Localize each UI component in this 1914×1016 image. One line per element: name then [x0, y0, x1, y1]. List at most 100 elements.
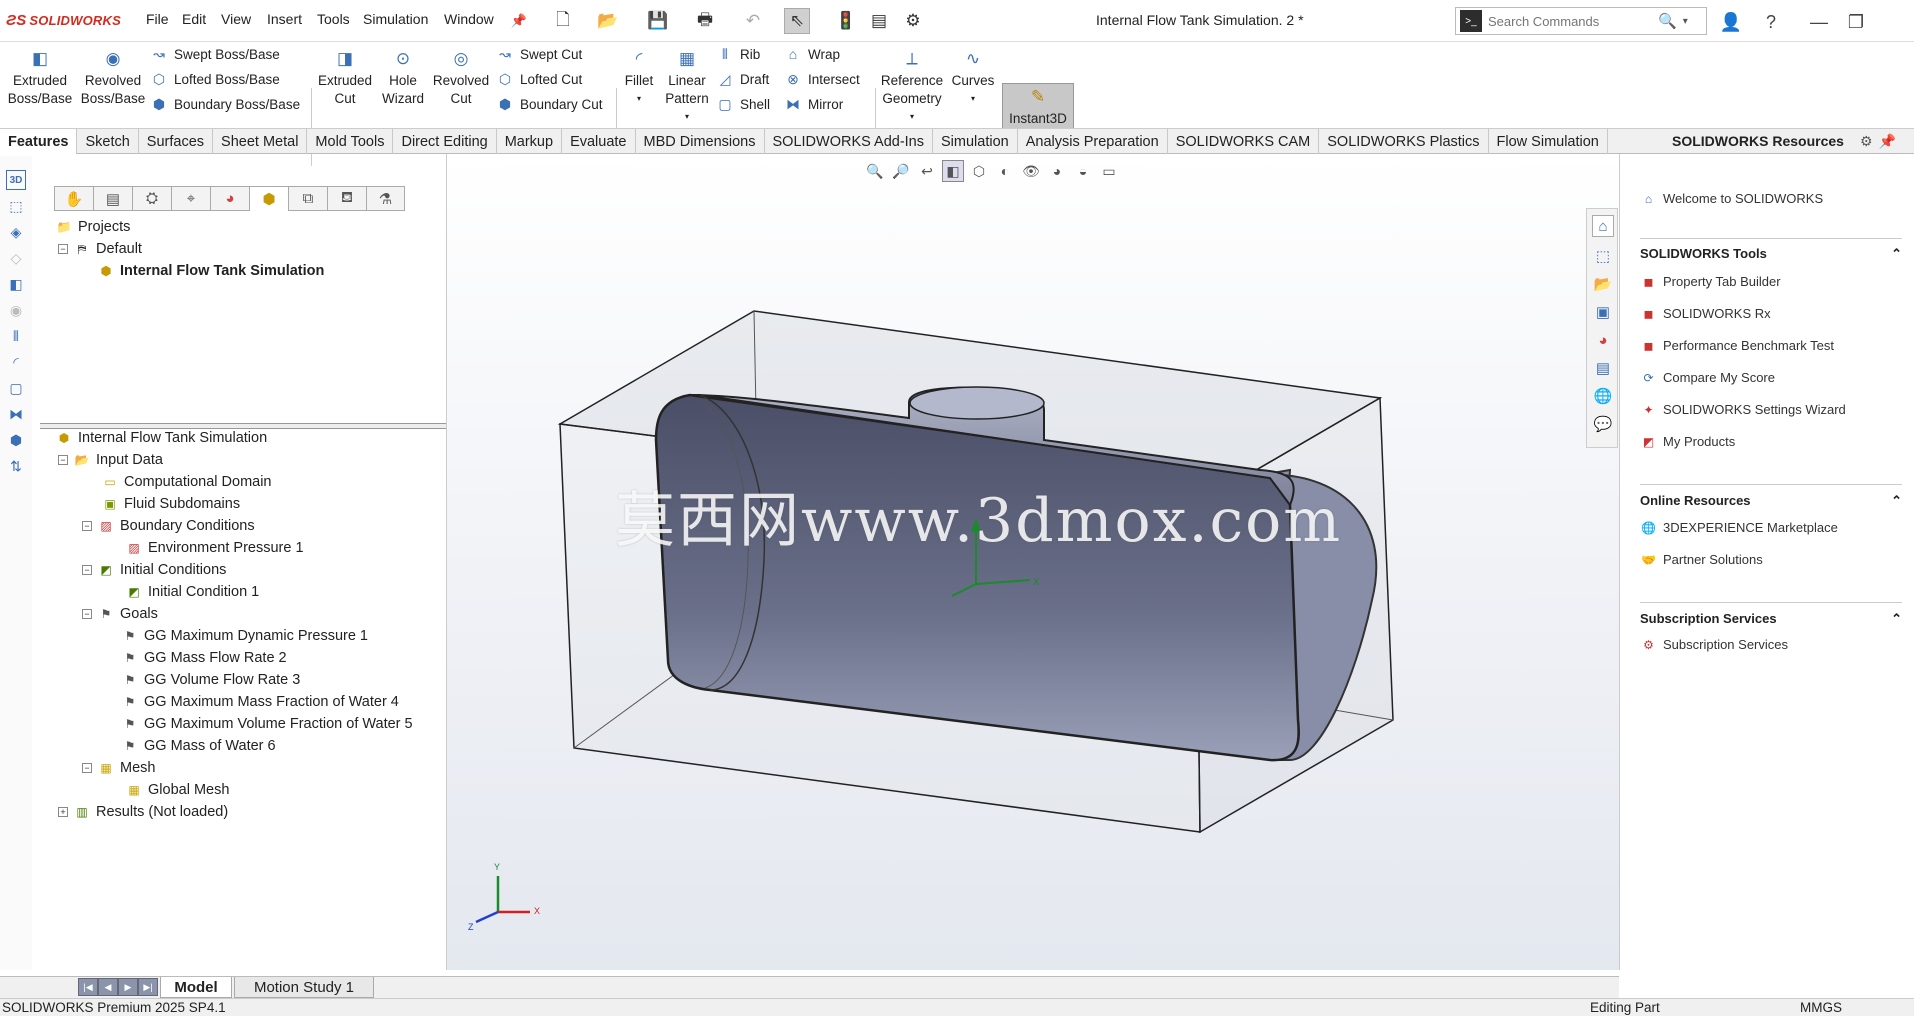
display-manager-tab-icon[interactable]: ◕: [210, 186, 249, 211]
tree-node-results[interactable]: + ▥ Results (Not loaded): [58, 802, 228, 822]
subscription-link[interactable]: ⚙ Subscription Services: [1640, 636, 1788, 653]
shell-icon[interactable]: ▢: [6, 378, 26, 398]
search-icon[interactable]: 🔍: [1658, 12, 1677, 30]
curves-button[interactable]: ∿ Curves ▾: [948, 46, 998, 108]
chevron-down-icon[interactable]: ▾: [1683, 16, 1688, 27]
online-link[interactable]: 🌐 3DEXPERIENCE Marketplace: [1640, 519, 1838, 536]
configuration-manager-tab-icon[interactable]: ⛭: [132, 186, 171, 211]
pin-icon[interactable]: 📌: [1879, 133, 1896, 150]
appearances-icon[interactable]: ◕: [1592, 329, 1614, 351]
tab-sketch[interactable]: Sketch: [77, 129, 139, 154]
tool-link[interactable]: ⟳ Compare My Score: [1640, 369, 1775, 386]
new-document-icon[interactable]: 🗋: [550, 8, 576, 34]
collapse-icon[interactable]: −: [82, 521, 92, 531]
curves-dropdown-icon[interactable]: ▾: [971, 90, 975, 108]
tab-solidworks-plastics[interactable]: SOLIDWORKS Plastics: [1319, 129, 1489, 154]
part-icon[interactable]: ◈: [6, 222, 26, 242]
print-icon[interactable]: 🖶: [692, 8, 718, 34]
menu-insert[interactable]: Insert: [267, 11, 302, 27]
3d-view-icon[interactable]: 3D: [6, 170, 26, 190]
menu-file[interactable]: File: [146, 11, 169, 27]
draft-button[interactable]: ◿ Draft: [716, 67, 770, 91]
custom-properties-icon[interactable]: ▤: [1592, 357, 1614, 379]
plastics-tab-icon[interactable]: ⚗: [366, 186, 405, 211]
tree-node-initial-conditions[interactable]: − ◩ Initial Conditions: [82, 560, 226, 580]
flow-simulation-tab-icon[interactable]: ⬢: [249, 186, 288, 211]
tree-node-goals[interactable]: − ⚑ Goals: [82, 604, 158, 624]
tree-node-root[interactable]: ⬢ Internal Flow Tank Simulation: [56, 428, 267, 448]
tree-node-global-mesh[interactable]: ▦ Global Mesh: [126, 780, 229, 800]
tree-node-goal[interactable]: ⚑ GG Maximum Dynamic Pressure 1: [122, 626, 368, 646]
search-commands[interactable]: >_ 🔍 ▾: [1455, 7, 1707, 35]
tool-link[interactable]: ◼ SOLIDWORKS Rx: [1640, 305, 1771, 322]
forum-icon[interactable]: 💬: [1592, 413, 1614, 435]
cam-tab-icon[interactable]: ⧉: [288, 186, 327, 211]
boundary-cut-button[interactable]: ⬢ Boundary Cut: [496, 92, 603, 116]
menu-edit[interactable]: Edit: [182, 11, 206, 27]
tab-motion-study[interactable]: Motion Study 1: [234, 977, 374, 998]
sketch-icon[interactable]: ◇: [6, 248, 26, 268]
tree-node-default[interactable]: − ⛿ Default: [58, 239, 142, 259]
collapse-icon[interactable]: −: [82, 565, 92, 575]
tool-link[interactable]: ✦ SOLIDWORKS Settings Wizard: [1640, 401, 1845, 418]
menu-view[interactable]: View: [221, 11, 251, 27]
restore-icon[interactable]: ❐: [1843, 9, 1869, 35]
user-account-icon[interactable]: 👤: [1718, 9, 1744, 35]
prev-tab-icon[interactable]: ◀: [98, 978, 118, 996]
file-properties-icon[interactable]: ▤: [866, 8, 892, 34]
dimxpert-tab-icon[interactable]: ⌖: [171, 186, 210, 211]
tree-node-project[interactable]: ⬢ Internal Flow Tank Simulation: [98, 261, 325, 281]
tree-node-fluid-subdomains[interactable]: ▣ Fluid Subdomains: [102, 494, 240, 514]
tab-analysis-preparation[interactable]: Analysis Preparation: [1018, 129, 1168, 154]
box-icon[interactable]: ⬢: [6, 430, 26, 450]
tree-node-computational-domain[interactable]: ▭ Computational Domain: [102, 472, 271, 492]
mirror-button[interactable]: ⧓ Mirror: [784, 92, 843, 116]
revolved-cut-button[interactable]: ◎ Revolved Cut: [430, 46, 492, 108]
revolved-boss-button[interactable]: ◉ Revolved Boss/Base: [78, 46, 148, 108]
extruded-cut-button[interactable]: ◨ Extruded Cut: [314, 46, 376, 108]
tab-solidworks-cam[interactable]: SOLIDWORKS CAM: [1168, 129, 1320, 154]
tree-node-projects[interactable]: 📁 Projects: [56, 217, 131, 237]
tree-node-goal[interactable]: ⚑ GG Mass of Water 6: [122, 736, 276, 756]
select-icon[interactable]: ⇖: [784, 8, 810, 34]
tool-link[interactable]: ◼ Property Tab Builder: [1640, 273, 1781, 290]
tab-markup[interactable]: Markup: [497, 129, 563, 154]
simulation-tab-icon[interactable]: ⛾: [327, 186, 366, 211]
tab-mbd-dimensions[interactable]: MBD Dimensions: [636, 129, 765, 154]
swept-cut-button[interactable]: ↝ Swept Cut: [496, 42, 582, 66]
fillet-dropdown-icon[interactable]: ▾: [637, 90, 641, 108]
help-icon[interactable]: ?: [1758, 9, 1784, 35]
tab-mold-tools[interactable]: Mold Tools: [307, 129, 394, 154]
collapse-icon[interactable]: −: [82, 609, 92, 619]
tab-solidworks-add-ins[interactable]: SOLIDWORKS Add-Ins: [765, 129, 933, 154]
tree-node-goal[interactable]: ⚑ GG Maximum Volume Fraction of Water 5: [122, 714, 413, 734]
online-section-header[interactable]: Online Resources ⌃: [1640, 493, 1902, 509]
flow-icon[interactable]: ⇅: [6, 456, 26, 476]
chevron-up-icon[interactable]: ⌃: [1891, 246, 1902, 262]
open-icon[interactable]: 📂: [595, 8, 621, 34]
expand-icon[interactable]: +: [58, 807, 68, 817]
tab-simulation[interactable]: Simulation: [933, 129, 1018, 154]
tab-sheet-metal[interactable]: Sheet Metal: [213, 129, 308, 154]
pattern-dropdown-icon[interactable]: ▾: [685, 108, 689, 126]
intersect-button[interactable]: ⊗ Intersect: [784, 67, 860, 91]
undo-icon[interactable]: ↶: [740, 8, 766, 34]
wrap-button[interactable]: ⌂ Wrap: [784, 42, 840, 66]
tree-node-input-data[interactable]: − 📂 Input Data: [58, 450, 163, 470]
hole-wizard-button[interactable]: ⊙ Hole Wizard: [378, 46, 428, 108]
options-icon[interactable]: ⚙: [900, 8, 926, 34]
extruded-boss-button[interactable]: ◧ Extruded Boss/Base: [6, 46, 74, 108]
fillet-icon[interactable]: ◜: [6, 352, 26, 372]
collapse-icon[interactable]: −: [58, 455, 68, 465]
chevron-up-icon[interactable]: ⌃: [1891, 611, 1902, 627]
tool-link[interactable]: ◼ Performance Benchmark Test: [1640, 337, 1834, 354]
tab-flow-simulation[interactable]: Flow Simulation: [1489, 129, 1608, 154]
home-icon[interactable]: ⌂: [1592, 215, 1614, 237]
feature-manager-tab-icon[interactable]: ✋: [54, 186, 93, 211]
first-tab-icon[interactable]: |◀: [78, 978, 98, 996]
pin-icon[interactable]: 📌: [506, 8, 532, 34]
tab-direct-editing[interactable]: Direct Editing: [393, 129, 497, 154]
reference-dropdown-icon[interactable]: ▾: [910, 108, 914, 126]
tree-node-mesh[interactable]: − ▦ Mesh: [82, 758, 155, 778]
tools-section-header[interactable]: SOLIDWORKS Tools ⌃: [1640, 246, 1902, 262]
